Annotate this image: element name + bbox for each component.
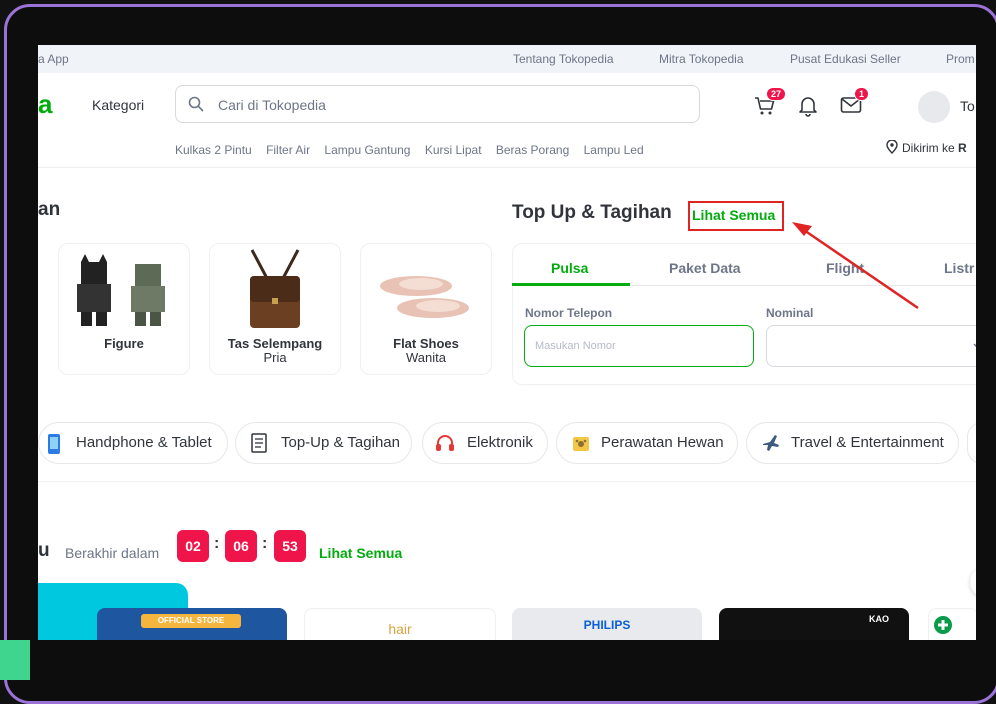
shoes-image [380, 276, 469, 318]
delivery-location-name: R [958, 141, 967, 155]
inbox-button[interactable]: 1 [840, 87, 870, 120]
brand-philips-logo: PHILIPS [583, 618, 631, 632]
phone-icon [48, 434, 60, 454]
card-title: Figure [104, 336, 144, 351]
pill-topup-tagihan[interactable]: Top-Up & Tagihan [235, 422, 412, 464]
product-card[interactable]: hair [304, 608, 496, 640]
suggestion-link[interactable]: Kulkas 2 Pintu [175, 143, 252, 157]
phone-label: Nomor Telepon [525, 306, 613, 320]
pill-label: Handphone & Tablet [76, 434, 212, 451]
suggestion-link[interactable]: Filter Air [266, 143, 310, 157]
pill-label: Top-Up & Tagihan [281, 434, 400, 451]
tab-pulsa[interactable]: Pulsa [551, 260, 588, 276]
topup-see-all-link[interactable]: Lihat Semua [692, 207, 775, 223]
card-title: Tas Selempang [227, 336, 323, 351]
nominal-select[interactable] [766, 325, 976, 367]
official-store-badge: OFFICIAL STORE [141, 614, 241, 628]
airplane-icon [763, 435, 779, 451]
timer-separator: : [262, 535, 268, 552]
phone-number-input[interactable]: Masukan Nomor [524, 325, 754, 367]
phone-placeholder: Masukan Nomor [535, 340, 616, 352]
pill-more[interactable] [967, 422, 976, 464]
cart-badge: 27 [766, 87, 787, 101]
brand-kao-logo: KAO [869, 614, 889, 624]
pill-label: Travel & Entertainment [791, 434, 944, 451]
link-mitra[interactable]: Mitra Tokopedia [659, 52, 744, 66]
plus-circle-icon [934, 616, 952, 634]
delivery-prefix: Dikirim ke [902, 141, 955, 155]
link-promo[interactable]: Prom [946, 52, 975, 66]
flash-sale-ends-label: Berakhir dalam [65, 545, 160, 561]
search-suggestions: Kulkas 2 Pintu Filter Air Lampu Gantung … [175, 143, 655, 157]
download-app-link[interactable]: a App [38, 52, 69, 66]
product-card[interactable]: KAO [719, 608, 909, 640]
category-card-figure[interactable]: Figure [58, 243, 190, 375]
pet-care-icon [573, 437, 589, 451]
timer-minutes: 06 [225, 530, 257, 562]
pill-elektronik[interactable]: Elektronik [422, 422, 548, 464]
pill-handphone-tablet[interactable]: Handphone & Tablet [38, 422, 228, 464]
search-input[interactable]: Cari di Tokopedia [175, 85, 700, 123]
category-card-tas-selempang[interactable]: Tas Selempang Pria [209, 243, 341, 375]
product-card[interactable] [928, 608, 976, 640]
pill-perawatan-hewan[interactable]: Perawatan Hewan [556, 422, 738, 464]
flash-sale-title: u [38, 540, 50, 561]
category-card-flat-shoes[interactable]: Flat Shoes Wanita [360, 243, 492, 375]
top-utility-bar: a App Tentang Tokopedia Mitra Tokopedia … [38, 45, 976, 73]
suggestion-link[interactable]: Beras Porang [496, 143, 569, 157]
suggestion-link[interactable]: Kursi Lipat [425, 143, 482, 157]
section-title: an [38, 199, 61, 220]
bag-image [250, 249, 300, 328]
link-tentang[interactable]: Tentang Tokopedia [513, 52, 614, 66]
headphones-icon [436, 435, 454, 451]
location-pin-icon [886, 139, 898, 154]
tab-paket-data[interactable]: Paket Data [669, 260, 741, 276]
nominal-label: Nominal [766, 306, 814, 320]
pill-label: Perawatan Hewan [601, 434, 724, 451]
chevron-down-icon [973, 343, 976, 348]
flash-sale-see-all-link[interactable]: Lihat Semua [319, 545, 402, 561]
logo[interactable]: a [38, 89, 52, 120]
pill-label: Elektronik [467, 434, 533, 451]
username[interactable]: To [960, 98, 975, 114]
timer-hours: 02 [177, 530, 209, 562]
brand-hair-logo: hair [388, 621, 412, 637]
search-placeholder: Cari di Tokopedia [218, 97, 326, 113]
card-subtitle: Wanita [406, 350, 446, 365]
figure-image [77, 254, 165, 326]
pill-travel-entertainment[interactable]: Travel & Entertainment [746, 422, 959, 464]
background-accent [0, 640, 30, 680]
timer-separator: : [214, 535, 220, 552]
suggestion-link[interactable]: Lampu Led [584, 143, 644, 157]
link-edukasi-seller[interactable]: Pusat Edukasi Seller [790, 52, 901, 66]
avatar[interactable] [918, 91, 950, 123]
carousel-next-button[interactable] [970, 567, 976, 597]
search-icon [188, 96, 204, 112]
card-subtitle: Pria [263, 350, 287, 365]
bell-icon [799, 97, 817, 117]
section-divider [38, 481, 976, 482]
delivery-location[interactable]: Dikirim ke R [886, 139, 967, 155]
kategori-button[interactable]: Kategori [92, 97, 144, 113]
product-card[interactable]: OFFICIAL STORE [97, 608, 287, 640]
notification-button[interactable] [798, 95, 818, 122]
tab-listrik[interactable]: Listr [944, 260, 974, 276]
header-divider [38, 167, 976, 168]
topup-title: Top Up & Tagihan [512, 202, 672, 223]
receipt-icon [251, 433, 267, 453]
browser-screen: a App Tentang Tokopedia Mitra Tokopedia … [38, 45, 976, 640]
product-card[interactable]: PHILIPS [512, 608, 702, 640]
card-title: Flat Shoes [393, 336, 459, 351]
tab-flight[interactable]: Flight [826, 260, 864, 276]
inbox-badge: 1 [854, 87, 870, 101]
suggestion-link[interactable]: Lampu Gantung [324, 143, 410, 157]
cart-button[interactable]: 27 [754, 87, 787, 122]
active-tab-indicator [512, 283, 630, 286]
timer-seconds: 53 [274, 530, 306, 562]
